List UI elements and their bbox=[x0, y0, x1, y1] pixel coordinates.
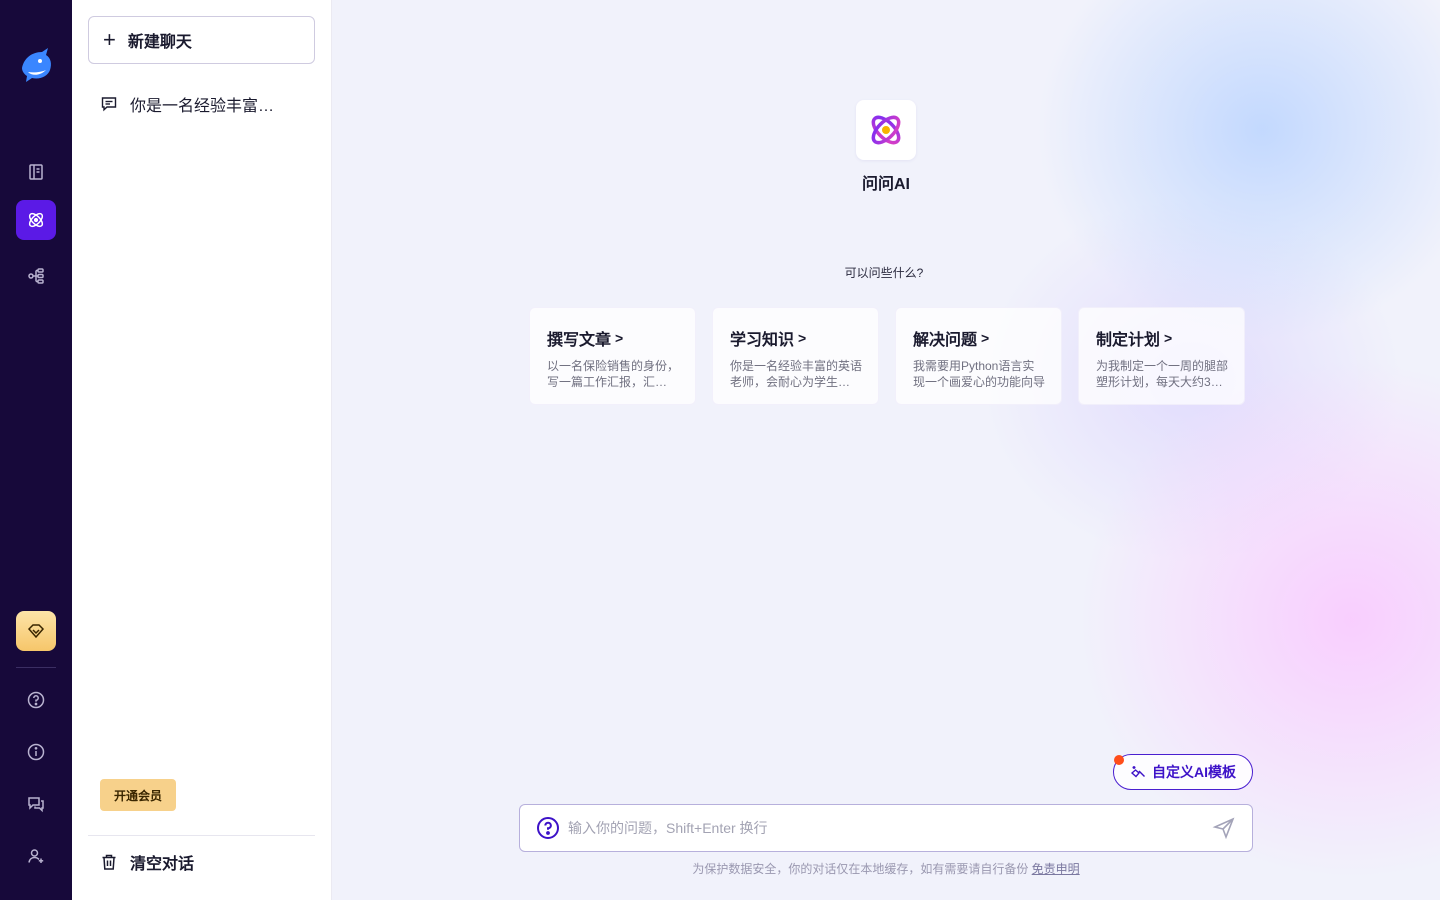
custom-ai-template-label: 自定义AI模板 bbox=[1152, 764, 1236, 780]
rail-account-button[interactable] bbox=[16, 836, 56, 876]
notebook-icon bbox=[29, 164, 43, 180]
app-icon bbox=[856, 100, 916, 160]
mindmap-icon bbox=[28, 268, 44, 284]
clear-conversations-button[interactable]: 清空对话 bbox=[100, 850, 194, 874]
magic-wand-icon bbox=[1130, 766, 1145, 778]
rail-feedback-button[interactable] bbox=[16, 784, 56, 824]
card-description: 以一名保险销售的身份，写一篇工作汇报，汇报本周的工作进展 bbox=[547, 359, 679, 389]
suggestion-card-writing[interactable]: 撰写文章> 以一名保险销售的身份，写一篇工作汇报，汇报本周的工作进展 bbox=[529, 307, 696, 405]
card-description: 为我制定一个一周的腿部塑形计划，每天大约30分钟 bbox=[1096, 359, 1228, 389]
chat-bubbles-icon bbox=[28, 797, 44, 813]
shark-logo-icon[interactable] bbox=[18, 46, 54, 84]
chat-main: 问问AI 可以问些什么? 撰写文章 > 以一名保险销售的身份，写一篇工作汇报，汇报… bbox=[332, 0, 1440, 900]
card-description: 你是一名经验丰富的英语老师，会耐心为学生解答问题 bbox=[730, 359, 862, 389]
new-chat-button[interactable]: + 新建聊天 bbox=[88, 16, 315, 64]
clear-conversations-label: 清空对话 bbox=[130, 856, 195, 873]
rail-vip-button[interactable] bbox=[16, 611, 56, 651]
question-icon[interactable] bbox=[536, 816, 560, 840]
conversation-item[interactable]: 你是一名经验丰富的英语老师，会耐心为学生解答 bbox=[100, 92, 300, 116]
trash-icon bbox=[102, 854, 116, 870]
suggestion-cards: 撰写文章> 以一名保险销售的身份，写一篇工作汇报，汇报本周的工作进展 学习知识>… bbox=[529, 307, 1245, 405]
rail-divider bbox=[16, 667, 56, 668]
info-circle-icon bbox=[27, 743, 45, 761]
custom-ai-template-button[interactable]: 自定义AI模板 bbox=[1113, 754, 1253, 790]
rail-ask-ai-button[interactable] bbox=[16, 200, 56, 240]
rail-mindmap-button[interactable] bbox=[16, 256, 56, 296]
card-title: 解决问题 bbox=[913, 332, 978, 349]
chevron-right-icon: > bbox=[1164, 330, 1173, 346]
suggestion-heading: 可以问些什么? bbox=[844, 266, 924, 280]
suggestion-card-plan[interactable]: 制定计划> 为我制定一个一周的腿部塑形计划，每天大约30分钟 bbox=[1078, 307, 1245, 405]
chat-input[interactable] bbox=[568, 820, 1204, 836]
chevron-right-icon: > bbox=[981, 330, 990, 346]
question-circle-icon bbox=[27, 691, 45, 709]
diamond-icon bbox=[27, 624, 45, 639]
plus-icon: + bbox=[103, 27, 116, 52]
card-title: 撰写文章 bbox=[547, 332, 612, 349]
rail-help-button[interactable] bbox=[16, 680, 56, 720]
atom-logo-icon bbox=[871, 115, 901, 145]
user-add-icon bbox=[28, 849, 44, 863]
disclaimer-text: 为保护数据安全，你的对话仅在本地缓存，如有需要请自行备份 bbox=[692, 862, 1029, 876]
suggestion-card-learning[interactable]: 学习知识> 你是一名经验丰富的英语老师，会耐心为学生解答问题 bbox=[712, 307, 879, 405]
card-title: 学习知识 bbox=[730, 332, 795, 349]
send-icon[interactable] bbox=[1212, 816, 1236, 840]
atom-icon bbox=[28, 212, 44, 228]
chevron-right-icon: > bbox=[615, 330, 624, 346]
app-title: 问问AI bbox=[861, 176, 910, 193]
chat-bubble-icon bbox=[101, 97, 117, 112]
sidebar-divider bbox=[88, 835, 315, 836]
conversation-sidebar: + 新建聊天 你是一名经验丰富的英语老师，会耐心为学生解答 开通会员 清空对话 bbox=[72, 0, 332, 900]
chevron-right-icon: > bbox=[798, 330, 807, 346]
disclaimer-link[interactable]: 免责申明 bbox=[1032, 862, 1080, 876]
suggestion-card-problem[interactable]: 解决问题 > 我需要用Python语言实现一个画爱心的功能向导 bbox=[895, 307, 1062, 405]
rail-notes-button[interactable] bbox=[16, 152, 56, 192]
rail-info-button[interactable] bbox=[16, 732, 56, 772]
notification-dot bbox=[1114, 755, 1124, 765]
new-chat-label: 新建聊天 bbox=[127, 34, 192, 51]
privacy-disclaimer: 为保护数据安全，你的对话仅在本地缓存，如有需要请自行备份 免责申明 bbox=[519, 860, 1253, 877]
chat-input-box[interactable] bbox=[519, 804, 1253, 852]
card-description: 我需要用Python语言实现一个画爱心的功能向导 bbox=[913, 359, 1045, 389]
nav-rail bbox=[0, 0, 72, 900]
conversation-title: 你是一名经验丰富的英语老师，会耐心为学生解答 bbox=[130, 98, 290, 115]
card-title: 制定计划 bbox=[1096, 332, 1161, 349]
open-membership-button[interactable]: 开通会员 bbox=[100, 779, 176, 811]
